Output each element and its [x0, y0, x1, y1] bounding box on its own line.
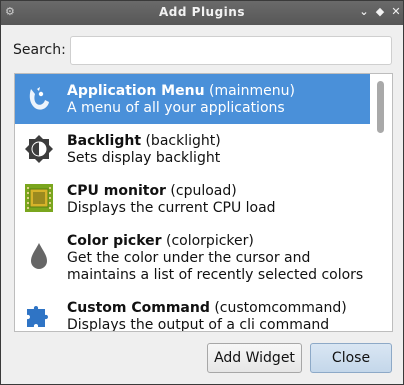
puzzle-piece-icon	[27, 306, 48, 327]
plugin-description: Displays the output of a cli command	[67, 317, 330, 332]
plugin-description: Sets display backlight	[67, 150, 221, 166]
plugin-name: CPU monitor	[67, 183, 166, 199]
plugin-description: A menu of all your applications	[67, 100, 285, 116]
plugin-id: (cpuload)	[170, 183, 237, 199]
titlebar[interactable]: ⚙ Add Plugins ⌄ ◆ ✕	[1, 1, 403, 25]
plugin-name: Custom Command	[67, 300, 210, 316]
plugin-id: (mainmenu)	[209, 83, 295, 99]
close-window-icon[interactable]: ✕	[389, 4, 403, 20]
application-menu-icon	[29, 87, 49, 110]
list-item[interactable]: Application Menu (mainmenu) A menu of al…	[15, 74, 371, 124]
plugin-description: Displays the current CPU load	[67, 200, 276, 216]
window-title: Add Plugins	[159, 5, 245, 19]
plugin-list[interactable]: Application Menu (mainmenu) A menu of al…	[14, 73, 393, 332]
plugin-name: Application Menu	[67, 83, 205, 99]
plugin-name: Color picker	[67, 233, 162, 249]
search-label: Search:	[13, 42, 66, 58]
plugin-description-line2: maintains a list of recently selected co…	[67, 267, 364, 283]
minimize-icon[interactable]: ⌄	[357, 4, 371, 20]
add-plugins-dialog: ⚙ Add Plugins ⌄ ◆ ✕ Search: Application …	[0, 0, 404, 385]
plugin-id: (colorpicker)	[166, 233, 254, 249]
cpu-chip-icon	[25, 184, 53, 212]
plugin-description: Get the color under the cursor and	[67, 250, 311, 266]
backlight-icon	[25, 135, 53, 163]
add-widget-button[interactable]: Add Widget	[207, 343, 302, 373]
scrollbar[interactable]	[370, 74, 392, 331]
maximize-icon[interactable]: ◆	[373, 4, 387, 20]
search-input[interactable]	[70, 36, 392, 65]
close-button[interactable]: Close	[310, 343, 392, 373]
plugin-id: (customcommand)	[214, 300, 347, 316]
color-drop-icon	[31, 243, 47, 269]
plugin-id: (backlight)	[145, 133, 221, 149]
scrollbar-thumb[interactable]	[377, 81, 384, 133]
plugin-name: Backlight	[67, 133, 142, 149]
